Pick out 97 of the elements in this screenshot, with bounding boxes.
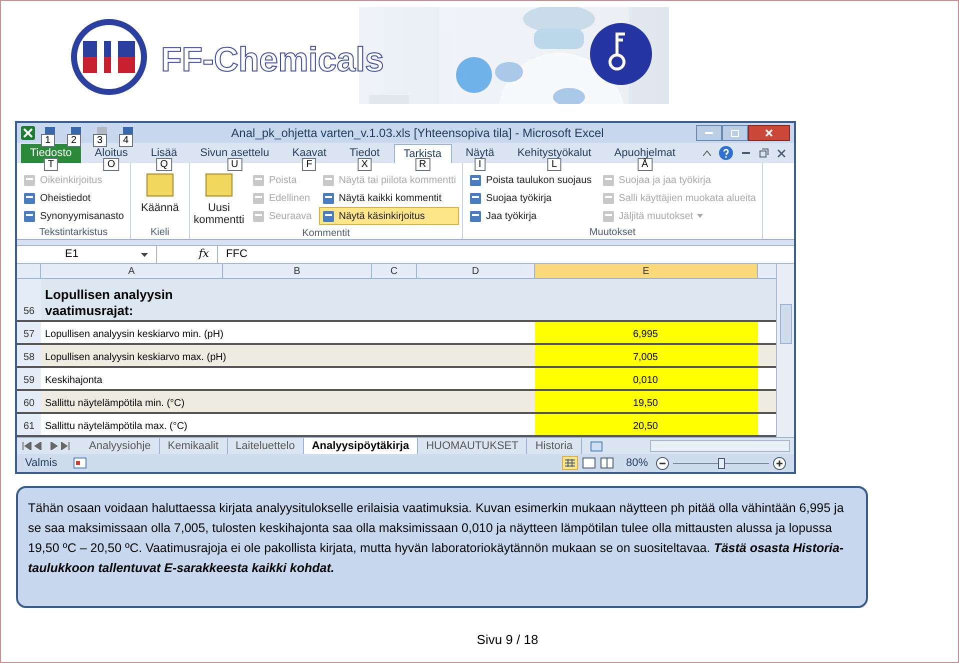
- document-icon: [252, 174, 265, 186]
- document-icon: [23, 192, 36, 204]
- document-icon: [322, 192, 335, 204]
- zoom-out-icon[interactable]: [656, 456, 669, 470]
- document-icon: [602, 210, 615, 222]
- keytip: R: [415, 158, 430, 171]
- ribbon-button[interactable]: Käännä: [134, 171, 186, 215]
- ribbon-button[interactable]: Suojaa työkirja: [466, 189, 595, 207]
- group-label: Kieli: [149, 226, 170, 239]
- column-header[interactable]: A: [41, 264, 223, 278]
- collapse-icon[interactable]: [703, 150, 711, 156]
- page-number: Sivu 9 / 18: [476, 631, 538, 649]
- row-number: 58: [17, 345, 41, 366]
- keytip: L: [548, 158, 562, 171]
- keytip: 3: [93, 134, 107, 147]
- column-header[interactable]: C: [372, 264, 417, 278]
- keytip: X: [357, 158, 372, 171]
- ribbon-button[interactable]: Synonyymisanasto: [20, 207, 127, 225]
- brand-name: FF-Chemicals: [161, 40, 384, 81]
- table-cell: 6,995: [535, 322, 758, 344]
- group-label: Tekstintarkistus: [38, 226, 109, 239]
- document-icon: [252, 192, 265, 204]
- keytip: O: [103, 158, 120, 171]
- keytip: T: [44, 158, 58, 171]
- column-header[interactable]: E: [535, 264, 758, 278]
- scrollbar[interactable]: [776, 264, 794, 437]
- zoom-in-icon[interactable]: [773, 456, 786, 470]
- status-text: Valmis: [25, 456, 58, 471]
- table-cell-text: Keskihajonta: [44, 374, 104, 388]
- keytip: 1: [41, 134, 55, 147]
- group-label: Muutokset: [588, 226, 637, 239]
- keytip: F: [302, 158, 316, 171]
- row-number: 60: [17, 391, 41, 412]
- document-icon: [23, 210, 36, 222]
- row-number: 59: [17, 368, 41, 390]
- table-cell-text: Lopullisen analyysin vaatimusrajat:: [44, 286, 174, 320]
- table-cell: 0,010: [535, 368, 758, 390]
- ribbon-button[interactable]: Näytä kaikki kommentit: [318, 189, 460, 207]
- table-cell-text: Sallittu näytelämpötila max. (°C): [44, 420, 188, 434]
- excel-logo-icon: [21, 126, 35, 140]
- row-number: 56: [17, 279, 41, 320]
- keytip: 4: [119, 134, 133, 147]
- horizontal-scrollbar[interactable]: [650, 440, 790, 452]
- close-icon: [765, 129, 773, 137]
- close-button[interactable]: [748, 125, 790, 141]
- document-icon: [469, 192, 482, 204]
- keytip: U: [227, 158, 242, 171]
- column-header[interactable]: B: [223, 264, 372, 278]
- keytip: 2: [67, 134, 81, 147]
- badge-icon: [589, 22, 653, 86]
- row-number: 57: [17, 322, 41, 344]
- group-label: Kommentit: [301, 227, 351, 240]
- restore-icon[interactable]: [759, 148, 769, 158]
- note-icon: [204, 172, 234, 198]
- table-cell-text: Lopullisen analyysin keskiarvo min. (pH): [44, 328, 224, 342]
- page-layout-icon[interactable]: [582, 457, 596, 469]
- ribbon-button[interactable]: Oheistiedot: [20, 189, 127, 207]
- formula-field[interactable]: FFC: [217, 246, 794, 263]
- help-icon[interactable]: [719, 146, 733, 160]
- document-icon: [469, 174, 482, 186]
- document-icon: [322, 210, 335, 222]
- minimize-button[interactable]: [696, 125, 722, 141]
- page-break-icon[interactable]: [600, 457, 614, 469]
- table-cell: 19,50: [535, 391, 758, 412]
- zoom-slider-thumb[interactable]: [718, 458, 725, 468]
- caret-icon: [697, 214, 704, 218]
- document-icon: [602, 192, 615, 204]
- keytip: Q: [156, 158, 172, 171]
- ribbon-button[interactable]: Jaa työkirja: [466, 207, 595, 225]
- window-title: Anal_pk_ohjetta varten_v.1.03.xls [Yhteensopiva tila] - Microsoft Excel: [230, 125, 605, 142]
- caret-icon: [141, 252, 148, 256]
- row-number: 61: [17, 414, 41, 435]
- normal-view-icon[interactable]: [562, 456, 578, 470]
- document-icon: [469, 210, 482, 222]
- document-icon: [602, 174, 615, 186]
- new-sheet-icon[interactable]: [590, 440, 604, 452]
- zoom-level[interactable]: 80%: [626, 454, 648, 472]
- ribbon-button[interactable]: Poista taulukon suojaus: [466, 171, 595, 189]
- close-icon[interactable]: [777, 148, 786, 158]
- ribbon-button[interactable]: Uusi kommentti: [192, 171, 245, 227]
- macro-icon[interactable]: [73, 457, 88, 469]
- sheet-tab[interactable]: Analyysipöytäkirja: [304, 438, 418, 454]
- document-icon: [322, 174, 335, 186]
- description-text: Tähän osaan voidaan haluttaessa kirjata analyysitulokselle erilaisia vaatimuksia. Kuvan esimerkin mukaan näytteen ph pitää olla vähintään 6,995 ja se saa maksimissaan olla 7,005, tulosten keskihajonta saa olla maksimissaan 0,010 ja näytteen lämpötilan tulee olla mittausten alussa ja lopussa 19,50 ºC – 20,50 ºC. Vaatimusrajoja ei ole pakollista kirjata, mutta hyvän laboratoriokäytännön mukaan se on suositeltavaa. Tästä osasta Historia-taulukkoon tallentuvat E-sarakkeesta kaikki kohdat.: [28, 500, 845, 577]
- document-icon: [252, 210, 265, 222]
- keytip: Å: [638, 158, 652, 171]
- table-cell: 7,005: [535, 345, 758, 366]
- keytip: I: [474, 158, 486, 171]
- table-cell: 20,50: [535, 414, 758, 435]
- document-icon: [23, 174, 36, 186]
- maximize-button[interactable]: [722, 125, 748, 141]
- table-cell-text: Lopullisen analyysin keskiarvo max. (pH): [44, 351, 228, 366]
- name-box[interactable]: E1: [17, 246, 157, 263]
- note-icon: [144, 172, 175, 198]
- ribbon-button[interactable]: Näytä käsinkirjoitus: [318, 207, 460, 225]
- function-icon[interactable]: fx: [198, 246, 209, 263]
- table-cell-text: Sallittu näytelämpötila min. (°C): [44, 397, 186, 411]
